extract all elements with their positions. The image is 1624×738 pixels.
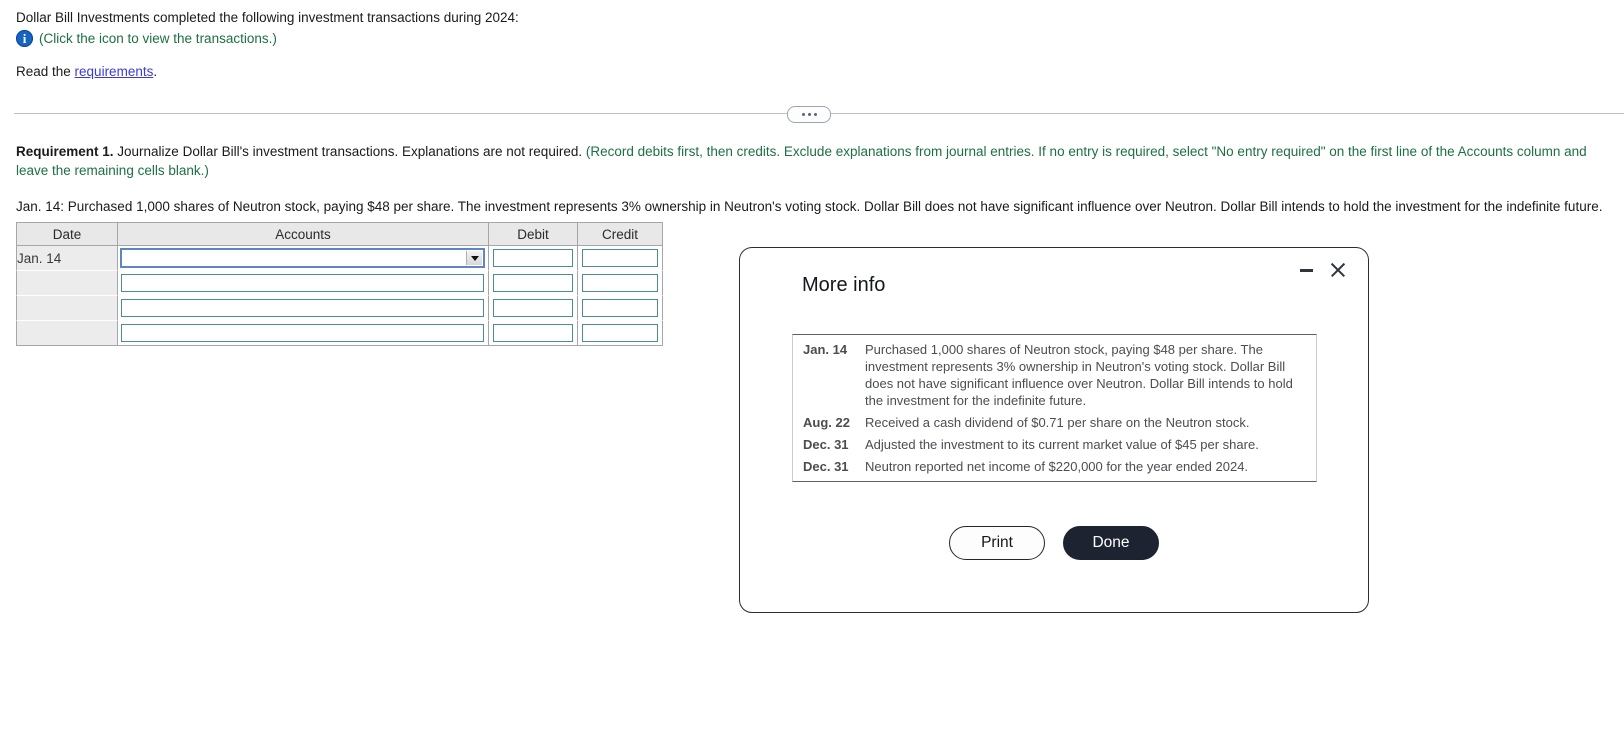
credit-input-row-2[interactable]: [582, 274, 658, 292]
list-item: Aug. 22 Received a cash dividend of $0.7…: [793, 412, 1316, 434]
journal-debit-cell: [488, 246, 577, 271]
info-icon[interactable]: i: [16, 30, 33, 47]
journal-header-row: Date Accounts Debit Credit: [16, 222, 663, 246]
transaction-description: Adjusted the investment to its current m…: [865, 437, 1259, 452]
table-row: [16, 271, 663, 296]
more-info-dialog: More info Jan. 14 Purchased 1,000 shares…: [739, 247, 1369, 613]
journal-account-cell: [117, 246, 488, 271]
list-item: Jan. 14 Purchased 1,000 shares of Neutro…: [793, 339, 1316, 412]
journal-account-cell: [117, 296, 488, 321]
transaction-date: Dec. 31: [803, 437, 849, 452]
debit-input-row-4[interactable]: [493, 324, 573, 342]
transaction-date: Aug. 22: [803, 415, 850, 430]
journal-account-cell: [117, 271, 488, 296]
column-header-accounts: Accounts: [117, 222, 488, 246]
requirements-link[interactable]: requirements: [75, 64, 154, 79]
journal-date-cell: [16, 321, 117, 346]
journal-credit-cell: [577, 321, 663, 346]
journal-debit-cell: [488, 271, 577, 296]
journal-debit-cell: [488, 296, 577, 321]
dialog-button-row: Print Done: [740, 526, 1368, 560]
dialog-title: More info: [802, 274, 886, 296]
handle-dot: [801, 113, 805, 116]
read-prefix: Read the: [16, 64, 75, 79]
list-item: Dec. 31 Neutron reported net income of $…: [793, 456, 1316, 478]
icon-hint-text: (Click the icon to view the transactions…: [39, 31, 277, 46]
pane-splitter[interactable]: [0, 104, 1624, 124]
handle-dot: [807, 113, 811, 116]
column-header-debit: Debit: [488, 222, 577, 246]
journal-credit-cell: [577, 246, 663, 271]
table-row: [16, 321, 663, 346]
credit-input-row-1[interactable]: [582, 249, 658, 267]
problem-statement: Dollar Bill Investments completed the fo…: [0, 0, 1624, 80]
requirement-block: Requirement 1. Journalize Dollar Bill's …: [16, 142, 1610, 215]
account-input-row-3[interactable]: [121, 299, 484, 317]
chevron-down-icon[interactable]: [466, 251, 482, 265]
debit-input-row-1[interactable]: [493, 249, 573, 267]
transactions-list: Jan. 14 Purchased 1,000 shares of Neutro…: [792, 334, 1317, 482]
account-select-row-1[interactable]: [120, 248, 485, 268]
transaction-date: Jan. 14: [803, 342, 848, 357]
requirement-heading: Requirement 1. Journalize Dollar Bill's …: [16, 142, 1610, 180]
table-row: Jan. 14: [16, 246, 663, 271]
dialog-window-controls: [1299, 260, 1348, 280]
statement-text: Dollar Bill Investments completed the fo…: [16, 10, 519, 25]
transaction-description: Received a cash dividend of $0.71 per sh…: [865, 415, 1250, 430]
column-header-credit: Credit: [577, 222, 663, 246]
journal-entry-table: Date Accounts Debit Credit Jan. 14: [16, 222, 663, 346]
print-button[interactable]: Print: [949, 526, 1045, 560]
credit-input-row-4[interactable]: [582, 324, 658, 342]
table-row: [16, 296, 663, 321]
debit-input-row-2[interactable]: [493, 274, 573, 292]
close-icon[interactable]: [1328, 260, 1348, 280]
handle-dot: [813, 113, 817, 116]
requirement-text: Journalize Dollar Bill's investment tran…: [113, 144, 586, 159]
journal-date-cell: [16, 271, 117, 296]
minimize-icon[interactable]: [1299, 261, 1314, 279]
transactions-icon-row: i (Click the icon to view the transactio…: [16, 30, 1624, 47]
journal-debit-cell: [488, 321, 577, 346]
done-button[interactable]: Done: [1063, 526, 1159, 560]
debit-input-row-3[interactable]: [493, 299, 573, 317]
read-requirements-line: Read the requirements.: [16, 63, 1624, 80]
journal-date-cell: Jan. 14: [16, 246, 117, 271]
list-item: Dec. 31 Adjusted the investment to its c…: [793, 434, 1316, 456]
transaction-description: Neutron reported net income of $220,000 …: [865, 459, 1249, 474]
read-suffix: .: [153, 64, 158, 79]
journal-credit-cell: [577, 271, 663, 296]
splitter-handle[interactable]: [787, 106, 831, 123]
column-header-date: Date: [16, 222, 117, 246]
account-input-row-4[interactable]: [121, 324, 484, 342]
transaction-date: Dec. 31: [803, 459, 849, 474]
requirement-label: Requirement 1.: [16, 144, 114, 159]
credit-input-row-3[interactable]: [582, 299, 658, 317]
transaction-description: Purchased 1,000 shares of Neutron stock,…: [865, 342, 1293, 408]
journal-date-cell: [16, 296, 117, 321]
transaction-prompt: Jan. 14: Purchased 1,000 shares of Neutr…: [16, 199, 1603, 214]
account-input-row-2[interactable]: [121, 274, 484, 292]
journal-account-cell: [117, 321, 488, 346]
journal-credit-cell: [577, 296, 663, 321]
